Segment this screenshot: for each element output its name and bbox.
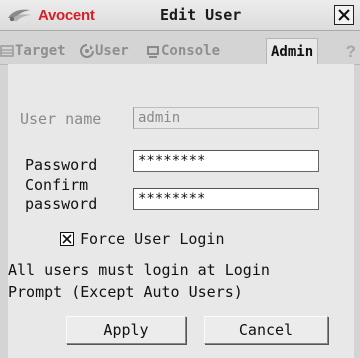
force-user-login-label: Force User Login	[80, 230, 225, 248]
close-button[interactable]	[334, 5, 354, 25]
check-x-icon	[62, 234, 72, 244]
close-icon	[338, 9, 350, 21]
login-note: All users must login at Login Prompt (Ex…	[8, 259, 354, 303]
edit-user-window: Avocent Edit User Target User Console Ad…	[0, 0, 360, 358]
user-icon	[80, 44, 94, 58]
console-icon	[147, 46, 159, 58]
target-icon	[0, 45, 14, 57]
tab-user-label: User	[95, 43, 129, 59]
force-user-login-row[interactable]: Force User Login	[60, 230, 225, 248]
window-title: Edit User	[160, 6, 242, 24]
tab-target[interactable]: Target	[0, 40, 66, 62]
username-label: User name	[20, 110, 102, 128]
login-note-line1: All users must login at Login	[8, 261, 270, 279]
title-bar: Avocent Edit User	[0, 0, 360, 31]
admin-panel: User name admin Password ******** Confir…	[8, 64, 354, 358]
brand-name: Avocent	[38, 6, 95, 24]
confirm-password-field[interactable]: ********	[133, 188, 319, 210]
password-field[interactable]: ********	[133, 150, 319, 172]
confirm-password-label-line1: Confirm	[25, 176, 89, 194]
force-user-login-checkbox[interactable]	[60, 232, 74, 246]
avocent-logo-mark-icon	[8, 9, 31, 22]
cancel-button[interactable]: Cancel	[204, 316, 328, 344]
username-field: admin	[133, 107, 319, 129]
tab-console[interactable]: Console	[146, 40, 220, 62]
avocent-logo: Avocent	[6, 5, 95, 25]
tab-target-label: Target	[15, 43, 66, 59]
tab-admin[interactable]: Admin	[266, 38, 319, 66]
login-note-line2: Prompt (Except Auto Users)	[8, 283, 243, 301]
confirm-password-label-line2: password	[25, 195, 98, 213]
tab-user[interactable]: User	[80, 40, 129, 62]
tab-bar: Target User Console Admin ?	[0, 38, 360, 66]
tab-admin-label: Admin	[271, 44, 314, 60]
password-label: Password	[25, 156, 98, 174]
help-icon[interactable]: ?	[346, 42, 356, 62]
apply-button[interactable]: Apply	[66, 316, 186, 344]
tab-console-label: Console	[161, 43, 221, 59]
